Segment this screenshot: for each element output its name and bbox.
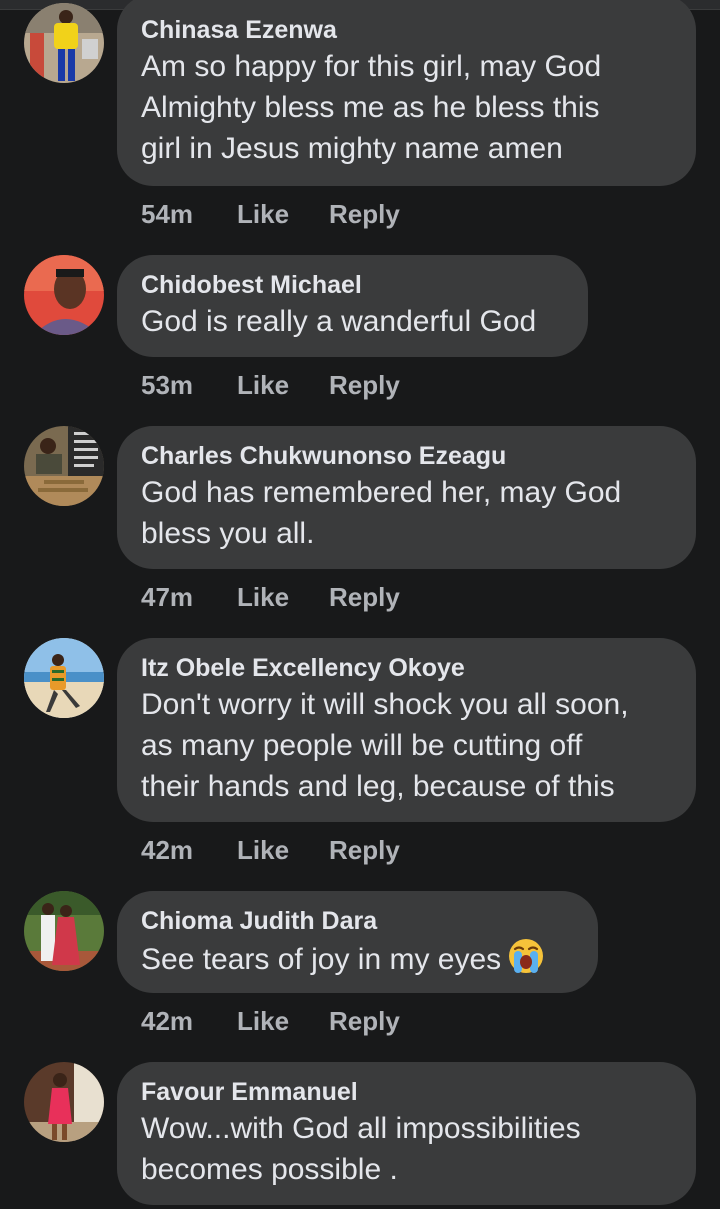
like-button[interactable]: Like bbox=[237, 834, 329, 866]
comment-timestamp: 42m bbox=[141, 835, 194, 865]
avatar[interactable] bbox=[24, 3, 104, 83]
comment-author[interactable]: Favour Emmanuel bbox=[141, 1076, 672, 1108]
comment-text-line: God has remembered her, may God bbox=[141, 476, 622, 509]
comment-bubble[interactable]: Chidobest Michael God is really a wander… bbox=[117, 255, 588, 357]
group-photo-icon bbox=[24, 426, 104, 506]
comment-text-line: See tears of joy in my eyes bbox=[141, 937, 574, 986]
reply-button[interactable]: Reply bbox=[329, 581, 400, 613]
comment-author[interactable]: Chioma Judith Dara bbox=[141, 905, 574, 937]
person-yellow-photo-icon bbox=[24, 3, 104, 83]
reply-button[interactable]: Reply bbox=[329, 834, 400, 866]
comment-text-line: as many people will be cutting off bbox=[141, 729, 583, 762]
comment-timestamp: 53m bbox=[141, 370, 194, 400]
comment-author[interactable]: Chidobest Michael bbox=[141, 269, 564, 301]
comment-text-line: God is really a wanderful God bbox=[141, 305, 537, 338]
avatar[interactable] bbox=[24, 1062, 104, 1142]
person-beach-photo-icon bbox=[24, 638, 104, 718]
reply-button[interactable]: Reply bbox=[329, 1005, 400, 1037]
like-button[interactable]: Like bbox=[237, 581, 329, 613]
comment-bubble[interactable]: Charles Chukwunonso Ezeagu God has remem… bbox=[117, 426, 696, 569]
comment-bubble[interactable]: Favour Emmanuel Wow...with God all impos… bbox=[117, 1062, 696, 1205]
comment-text-line: Almighty bless me as he bless this bbox=[141, 91, 600, 124]
comment-text-line: bless you all. bbox=[141, 517, 315, 550]
comment-actions: 47m Like Reply bbox=[141, 581, 400, 613]
comment-bubble[interactable]: Itz Obele Excellency Okoye Don't worry i… bbox=[117, 638, 696, 822]
person-pink-photo-icon bbox=[24, 1062, 104, 1142]
couple-photo-icon bbox=[24, 891, 104, 971]
like-button[interactable]: Like bbox=[237, 1005, 329, 1037]
like-button[interactable]: Like bbox=[237, 369, 329, 401]
loudly-crying-face-emoji-icon bbox=[507, 937, 545, 986]
like-button[interactable]: Like bbox=[237, 198, 329, 230]
comment-text-line: Don't worry it will shock you all soon, bbox=[141, 688, 629, 721]
comment-actions: 54m Like Reply bbox=[141, 198, 400, 230]
reply-button[interactable]: Reply bbox=[329, 198, 400, 230]
comment-text-line: Am so happy for this girl, may God bbox=[141, 50, 602, 83]
comment-timestamp: 42m bbox=[141, 1006, 194, 1036]
comment-text-line: their hands and leg, because of this bbox=[141, 770, 615, 803]
person-selfie-photo-icon bbox=[24, 255, 104, 335]
comment-author[interactable]: Charles Chukwunonso Ezeagu bbox=[141, 440, 672, 472]
comment-actions: 42m Like Reply bbox=[141, 1005, 400, 1037]
avatar[interactable] bbox=[24, 255, 104, 335]
comment-text: See tears of joy in my eyes bbox=[141, 943, 502, 976]
comment-author[interactable]: Itz Obele Excellency Okoye bbox=[141, 652, 672, 684]
reply-button[interactable]: Reply bbox=[329, 369, 400, 401]
comment-actions: 53m Like Reply bbox=[141, 369, 400, 401]
comment-text-line: becomes possible . bbox=[141, 1153, 398, 1186]
comment-bubble[interactable]: Chinasa Ezenwa Am so happy for this girl… bbox=[117, 0, 696, 186]
comment-author[interactable]: Chinasa Ezenwa bbox=[141, 14, 672, 46]
comment-timestamp: 54m bbox=[141, 199, 194, 229]
avatar[interactable] bbox=[24, 426, 104, 506]
comment-actions: 42m Like Reply bbox=[141, 834, 400, 866]
avatar[interactable] bbox=[24, 891, 104, 971]
comment-bubble[interactable]: Chioma Judith Dara See tears of joy in m… bbox=[117, 891, 598, 993]
comment-text-line: girl in Jesus mighty name amen bbox=[141, 132, 563, 165]
comment-text-line: Wow...with God all impossibilities bbox=[141, 1112, 581, 1145]
avatar[interactable] bbox=[24, 638, 104, 718]
comment-timestamp: 47m bbox=[141, 582, 194, 612]
